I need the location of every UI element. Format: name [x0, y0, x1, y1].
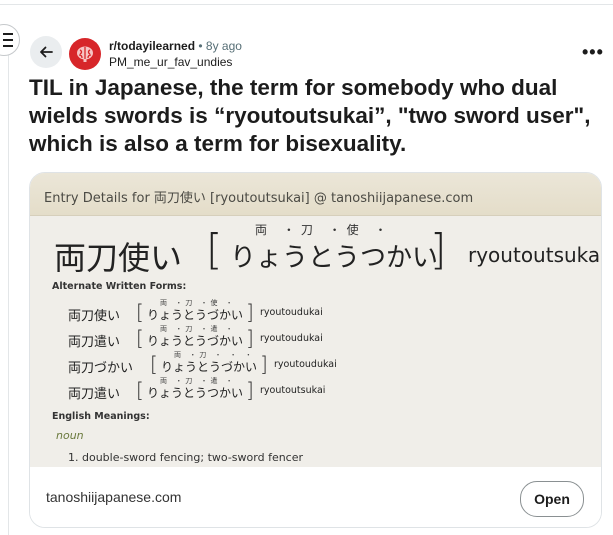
subreddit-avatar[interactable] [69, 38, 101, 70]
link-domain[interactable]: tanoshiijapanese.com [46, 489, 181, 505]
meta-separator: • [198, 39, 203, 53]
alt-kana: りょうとうづかい [147, 308, 244, 322]
bracket-left: [ [150, 352, 158, 376]
overflow-menu-button[interactable]: ••• [582, 42, 604, 63]
link-preview-image[interactable]: Entry Details for 両刀使い [ryoutoutsukai] @… [30, 173, 601, 467]
alt-kana: りょうとうづかい [161, 360, 258, 374]
bracket-right: ] [260, 352, 268, 376]
alt-forms-label: Alternate Written Forms: [52, 281, 187, 292]
subreddit-link[interactable]: r/todayilearned [109, 39, 195, 53]
bracket-left: [ [136, 326, 144, 350]
bracket-right: ] [246, 326, 254, 350]
bracket-right: ] [430, 225, 447, 274]
brain-icon [77, 46, 93, 62]
bracket-left: [ [136, 378, 144, 402]
hamburger-icon [3, 31, 13, 49]
menu-button[interactable] [0, 24, 20, 56]
alt-kanji: 両刀遣い [68, 335, 121, 350]
alt-kanji: 両刀使い [68, 309, 121, 324]
link-card[interactable]: Entry Details for 両刀使い [ryoutoutsukai] @… [29, 172, 602, 528]
preview-header: Entry Details for 両刀使い [ryoutoutsukai] @… [30, 173, 601, 216]
meaning-item: 1. double-sword fencing; two-sword fence… [68, 451, 304, 464]
top-divider [0, 4, 613, 5]
arrow-left-icon [40, 46, 53, 58]
bracket-left: [ [206, 225, 223, 274]
main-kana: りょうとうつかい [230, 243, 439, 273]
post-meta: r/todayilearned • 8y ago PM_me_ur_fav_un… [109, 38, 242, 70]
alt-romaji: ryoutoudukai [260, 307, 323, 318]
link-card-footer: tanoshiijapanese.com Open [30, 467, 601, 527]
back-button[interactable] [30, 36, 62, 68]
author-link[interactable]: PM_me_ur_fav_undies [109, 54, 242, 70]
alt-kanji: 両刀遣い [68, 387, 121, 402]
main-kanji: 両刀使い [54, 239, 183, 277]
post-age: 8y ago [205, 39, 242, 53]
main-ruby: 両 ・刀 ・使 ・ [255, 223, 393, 237]
part-of-speech: noun [56, 429, 84, 442]
alt-kana: りょうとうづかい [147, 334, 244, 348]
alt-romaji: ryoutoudukai [274, 359, 337, 370]
bracket-right: ] [246, 300, 254, 324]
meanings-label: English Meanings: [52, 411, 150, 422]
preview-header-text: Entry Details for 両刀使い [ryoutoutsukai] @… [44, 191, 474, 206]
alt-romaji: ryoutoutsukai [260, 385, 326, 396]
open-link-button[interactable]: Open [520, 481, 584, 517]
alt-kana: りょうとうつかい [147, 386, 244, 400]
alt-kanji: 両刀づかい [68, 361, 134, 376]
left-rail-divider [8, 48, 9, 535]
alt-romaji: ryoutoudukai [260, 333, 323, 344]
bracket-right: ] [246, 378, 254, 402]
bracket-left: [ [136, 300, 144, 324]
post-title: TIL in Japanese, the term for somebody w… [29, 75, 591, 156]
main-romaji: ryoutoutsuka [468, 243, 601, 267]
